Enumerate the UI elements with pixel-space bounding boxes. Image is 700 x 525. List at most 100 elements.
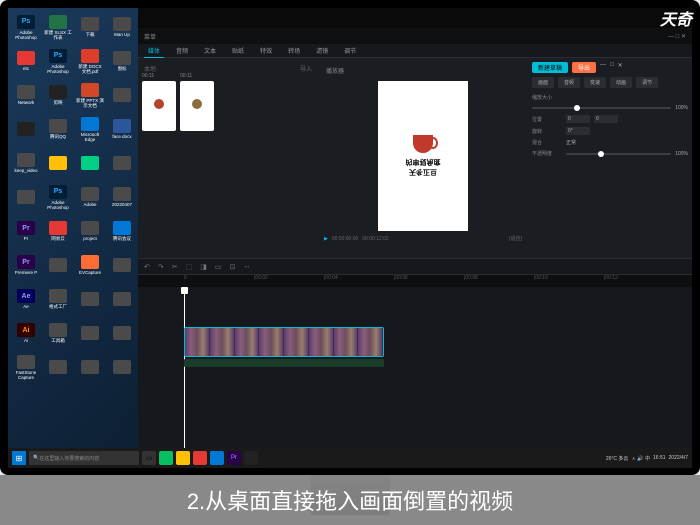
desktop-icon[interactable]: 图标 (108, 46, 136, 76)
preview-canvas[interactable]: 天冬正旦 的审视角度 (378, 81, 468, 231)
desktop-icon[interactable] (108, 284, 136, 314)
playhead[interactable] (184, 287, 185, 467)
desktop-icon[interactable]: AeAe (12, 284, 40, 314)
editor-tab[interactable]: 特效 (256, 44, 276, 57)
video-clip[interactable]: 20220407.mp4 00:00:11:02 (184, 327, 384, 357)
desktop-icon[interactable] (108, 318, 136, 348)
editor-tab[interactable]: 媒体 (144, 44, 164, 58)
editor-tab[interactable]: 音频 (172, 44, 192, 57)
desktop-icon[interactable]: face.docx (108, 114, 136, 144)
desktop-icon[interactable] (108, 250, 136, 280)
desktop-icon[interactable] (76, 284, 104, 314)
desktop-icon[interactable]: PsAdobe Photoshop (44, 182, 72, 212)
desktop-icon[interactable]: 新建 XLSX 工作表 (44, 12, 72, 42)
property-tab[interactable]: 动画 (610, 77, 632, 88)
desktop-icon[interactable]: Man Up (108, 12, 136, 42)
desktop-icon[interactable] (108, 352, 136, 382)
maximize-icon[interactable]: □ (610, 62, 614, 73)
window-controls[interactable]: — □ ✕ (668, 33, 686, 40)
property-tab[interactable]: 画面 (532, 77, 554, 88)
timeline-tracks[interactable]: 20220407.mp4 00:00:11:02 (138, 287, 692, 291)
desktop-icon[interactable]: PrPremiere P (12, 250, 40, 280)
desktop-icon[interactable]: Adobe (76, 182, 104, 212)
timeline-tool[interactable]: ↔ (243, 263, 250, 270)
desktop-icon[interactable]: 格式工厂 (44, 284, 72, 314)
new-draft-button[interactable]: 新建草稿 (532, 62, 568, 73)
desktop-icon[interactable]: AiAi (12, 318, 40, 348)
opacity-slider[interactable] (566, 153, 671, 155)
editor-tab[interactable]: 调节 (340, 44, 360, 57)
aspect-ratio[interactable]: [适应] (509, 235, 522, 242)
desktop-icon[interactable]: 新建 DOCX 文档.pdf (76, 46, 104, 76)
media-thumbnail[interactable]: 00:11 (142, 81, 176, 131)
desktop-icon[interactable]: 20220407 (108, 182, 136, 212)
property-tab[interactable]: 调节 (636, 77, 658, 88)
desktop-icon[interactable]: Network (12, 80, 40, 110)
property-tab[interactable]: 音频 (558, 77, 580, 88)
desktop-icon[interactable]: EVCapture (76, 250, 104, 280)
editor-tab[interactable]: 滤镜 (312, 44, 332, 57)
close-icon[interactable]: ✕ (618, 62, 623, 73)
timeline-tool[interactable]: ↷ (158, 263, 164, 271)
desktop-icon[interactable] (44, 148, 72, 178)
desktop-icon[interactable]: 腾讯QQ (44, 114, 72, 144)
taskbar-search[interactable]: 🔍 在这里输入你要搜索的内容 (29, 451, 139, 465)
blend-mode[interactable]: 正常 (566, 139, 576, 146)
desktop-icon[interactable]: project (76, 216, 104, 246)
desktop-icon[interactable]: keep_video (12, 148, 40, 178)
desktop-icon[interactable] (108, 80, 136, 110)
desktop-icon[interactable] (12, 114, 40, 144)
desktop-icon[interactable] (44, 250, 72, 280)
wechat-icon[interactable] (159, 451, 173, 465)
editor-tab[interactable]: 文本 (200, 44, 220, 57)
edge-icon[interactable] (210, 451, 224, 465)
property-tab[interactable]: 变速 (584, 77, 606, 88)
desktop-icon[interactable]: 剪映 (44, 80, 72, 110)
desktop-icon[interactable] (76, 352, 104, 382)
start-button[interactable]: ⊞ (12, 451, 26, 465)
minimize-icon[interactable]: — (600, 62, 606, 73)
timeline-tool[interactable]: ✂ (172, 263, 178, 271)
app-icon[interactable] (193, 451, 207, 465)
desktop-icon[interactable]: 下载 (76, 12, 104, 42)
editor-tab[interactable]: 贴纸 (228, 44, 248, 57)
desktop-icon[interactable]: PrPr (12, 216, 40, 246)
pos-x-input[interactable] (566, 115, 590, 123)
desktop-icon[interactable]: etc (12, 46, 40, 76)
desktop-icon[interactable]: 工具箱 (44, 318, 72, 348)
media-local-label[interactable]: 本地 (144, 64, 156, 73)
desktop-icon[interactable] (12, 182, 40, 212)
editor-tab[interactable]: 转场 (284, 44, 304, 57)
desktop-icon[interactable] (108, 148, 136, 178)
desktop-icon[interactable] (44, 352, 72, 382)
audio-clip[interactable] (184, 359, 384, 367)
scale-slider[interactable] (532, 107, 671, 109)
menu-button[interactable]: 菜单 (144, 32, 156, 41)
timeline-tool[interactable]: ▭ (215, 263, 222, 271)
system-tray[interactable]: 26°C 多云 ㅅ 🔊 中 16:51 2022/4/7 (606, 455, 688, 462)
desktop-icon[interactable]: Microsoft Edge (76, 114, 104, 144)
timeline-tool[interactable]: ⬚ (186, 263, 193, 271)
play-button[interactable]: ▶ (324, 236, 328, 242)
desktop-icon[interactable]: 腾讯会议 (108, 216, 136, 246)
timeline-tool[interactable]: ◨ (200, 263, 207, 271)
export-button[interactable]: 导出 (572, 62, 596, 73)
timeline-tool[interactable]: ↶ (144, 263, 150, 271)
desktop-icon[interactable]: 新建 PPTX 演示文档 (76, 80, 104, 110)
desktop-icon[interactable] (76, 148, 104, 178)
desktop-icon[interactable]: 网易云 (44, 216, 72, 246)
weather-widget[interactable]: 26°C 多云 (606, 455, 629, 462)
timeline-ruler[interactable]: 0|00:02|00:04|00:06|00:08|00:10|00:12 (138, 275, 692, 287)
media-import-label[interactable]: 导入 (300, 64, 312, 73)
desktop-icon[interactable]: PsAdobe Photoshop (44, 46, 72, 76)
pos-y-input[interactable] (594, 115, 618, 123)
jianying-icon[interactable] (244, 451, 258, 465)
clock-time[interactable]: 16:51 (653, 455, 666, 461)
desktop-icon[interactable] (76, 318, 104, 348)
rotate-input[interactable] (566, 127, 590, 135)
desktop-icon[interactable]: PsAdobe Photoshop (12, 12, 40, 42)
desktop-icon[interactable]: FastStone Capture (12, 352, 40, 382)
media-thumbnail[interactable]: 00:11 (180, 81, 214, 131)
timeline-tool[interactable]: ⊡ (230, 263, 236, 271)
task-view-icon[interactable]: ▭ (142, 451, 156, 465)
